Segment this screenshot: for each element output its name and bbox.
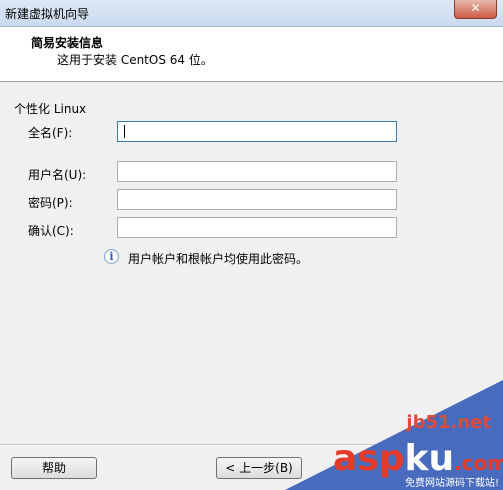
page-subtitle: 这用于安装 CentOS 64 位。 xyxy=(57,53,213,67)
wizard-header: 简易安装信息 这用于安装 CentOS 64 位。 xyxy=(0,27,503,82)
watermark-asp: asp xyxy=(333,438,405,479)
watermark-brand: aspku.com xyxy=(333,438,503,479)
confirm-field[interactable] xyxy=(117,217,397,238)
watermark-site: jb51.net xyxy=(406,412,491,433)
fullname-label: 全名(F): xyxy=(28,126,73,140)
watermark-footer: 免费网站源码下载站! xyxy=(404,478,499,489)
page-title: 简易安装信息 xyxy=(31,36,104,50)
section-label: 个性化 Linux xyxy=(14,102,87,116)
close-button[interactable]: ✕ xyxy=(454,0,497,19)
help-button[interactable]: 帮助 xyxy=(11,457,97,479)
title-bar: 新建虚拟机向导 ✕ xyxy=(0,0,503,27)
text-caret xyxy=(124,125,125,138)
confirm-label: 确认(C): xyxy=(28,224,74,238)
password-label: 密码(P): xyxy=(28,196,73,210)
username-label: 用户名(U): xyxy=(28,168,87,182)
password-field[interactable] xyxy=(117,189,397,210)
watermark-com: .com xyxy=(454,451,503,475)
username-field[interactable] xyxy=(117,161,397,182)
window-title: 新建虚拟机向导 xyxy=(5,7,90,21)
fullname-field[interactable] xyxy=(117,121,397,142)
info-text: 用户帐户和根帐户均使用此密码。 xyxy=(128,252,309,266)
watermark-ku: ku xyxy=(404,438,455,479)
info-icon: i xyxy=(104,249,119,264)
site-watermark: jb51.net aspku.com 免费网站源码下载站! xyxy=(285,380,503,490)
